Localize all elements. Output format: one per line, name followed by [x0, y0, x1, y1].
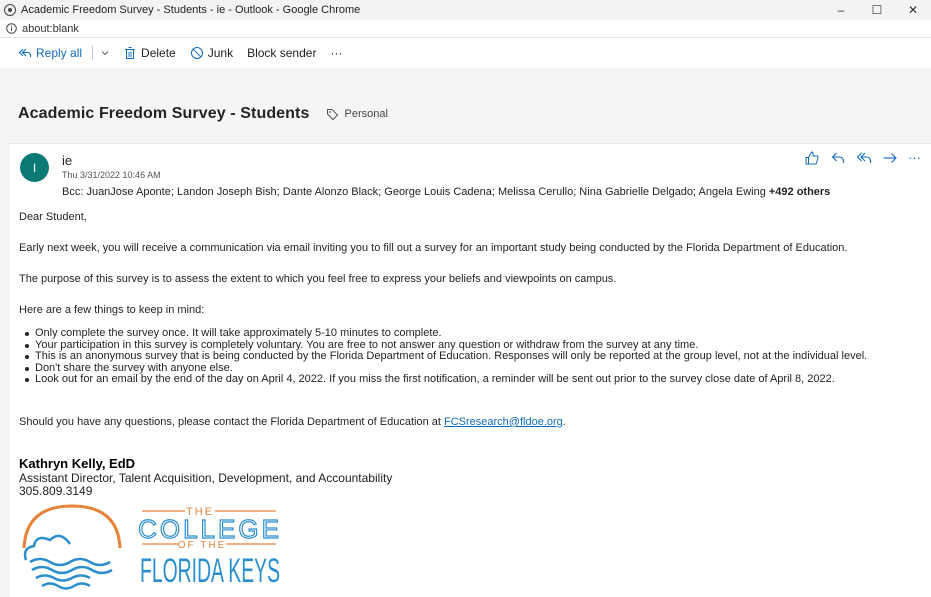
sender-name[interactable]: ie: [62, 153, 72, 168]
forward-icon[interactable]: [882, 150, 898, 166]
logo-wave: [35, 574, 91, 582]
url-text[interactable]: about:blank: [22, 23, 79, 35]
list-item: Look out for an email by the end of the …: [19, 374, 867, 386]
chevron-down-icon[interactable]: [99, 47, 111, 59]
browser-title-bar: Academic Freedom Survey - Students - ie …: [0, 0, 931, 20]
logo-cloud: [23, 534, 72, 561]
logo-wave: [29, 557, 111, 567]
address-bar[interactable]: about:blank: [0, 20, 931, 38]
minimize-button[interactable]: –: [823, 0, 859, 20]
block-circle-icon: [190, 47, 203, 59]
subject-row: Academic Freedom Survey - Students Perso…: [18, 105, 388, 123]
logo-text-florida-keys: FLORIDA KEYS: [140, 552, 280, 590]
block-sender-button[interactable]: Block sender: [247, 46, 316, 60]
signature-title: Assistant Director, Talent Acquisition, …: [19, 471, 393, 485]
signature-name: Kathryn Kelly, EdD: [19, 456, 136, 471]
paragraph-2: The purpose of this survey is to assess …: [19, 273, 617, 285]
more-options-button[interactable]: ···: [330, 46, 342, 60]
email-link[interactable]: FCSresearch@fldoe.org: [444, 416, 563, 428]
college-logo: THE COLLEGE OF THE FLORIDA KEYS: [22, 504, 280, 590]
reply-all-icon: [18, 48, 32, 57]
junk-label: Junk: [207, 46, 234, 60]
reply-all-button[interactable]: Reply all: [18, 46, 82, 60]
window-title: Academic Freedom Survey - Students - ie …: [21, 4, 361, 16]
contact-line: Should you have any questions, please co…: [19, 416, 566, 428]
reply-all-icon[interactable]: [856, 150, 872, 166]
avatar-initial: I: [32, 160, 37, 175]
more-actions-button[interactable]: ···: [908, 150, 921, 166]
toolbar-divider: [92, 46, 94, 60]
message-subject: Academic Freedom Survey - Students: [18, 105, 310, 122]
more-options-label: ···: [330, 46, 343, 60]
reply-all-label: Reply all: [36, 46, 83, 60]
list-item: Only complete the survey once. It will t…: [19, 327, 867, 340]
logo-wave: [41, 582, 91, 590]
delete-button[interactable]: Delete: [123, 46, 176, 60]
junk-button[interactable]: Junk: [190, 46, 233, 60]
paragraph-3: Here are a few things to keep in mind:: [19, 304, 205, 316]
contact-suffix: .: [562, 416, 566, 428]
block-sender-label: Block sender: [247, 46, 317, 60]
category-label[interactable]: Personal: [345, 108, 388, 120]
message-actions: ···: [804, 150, 921, 166]
bcc-recipients: Bcc: JuanJose Aponte; Landon Joseph Bish…: [62, 186, 830, 198]
bcc-list: Bcc: JuanJose Aponte; Landon Joseph Bish…: [62, 186, 769, 198]
logo-text-of-the: OF THE: [178, 540, 226, 551]
more-recipients-link[interactable]: +492 others: [769, 186, 830, 198]
close-button[interactable]: ✕: [895, 0, 931, 20]
tag-icon: [326, 108, 338, 120]
reply-icon[interactable]: [830, 150, 846, 166]
delete-label: Delete: [141, 46, 176, 60]
command-toolbar: Reply all Delete Junk Block sender ···: [0, 38, 931, 68]
chrome-icon: [4, 4, 16, 16]
avatar[interactable]: I: [20, 153, 49, 182]
paragraph-1: Early next week, you will receive a comm…: [19, 242, 848, 254]
logo-wave: [31, 565, 113, 575]
logo-sun-arc: [22, 504, 122, 549]
contact-text: Should you have any questions, please co…: [19, 416, 444, 428]
greeting: Dear Student,: [19, 211, 87, 223]
message-card: I ie Thu 3/31/2022 10:46 AM Bcc: JuanJos…: [10, 143, 931, 597]
signature-phone: 305.809.3149: [19, 484, 93, 498]
message-datetime: Thu 3/31/2022 10:46 AM: [62, 170, 161, 180]
maximize-button[interactable]: ☐: [859, 0, 895, 20]
info-icon[interactable]: [6, 23, 17, 34]
bullet-list: Only complete the survey once. It will t…: [19, 327, 867, 386]
like-icon[interactable]: [804, 150, 820, 166]
trash-icon: [125, 47, 136, 59]
